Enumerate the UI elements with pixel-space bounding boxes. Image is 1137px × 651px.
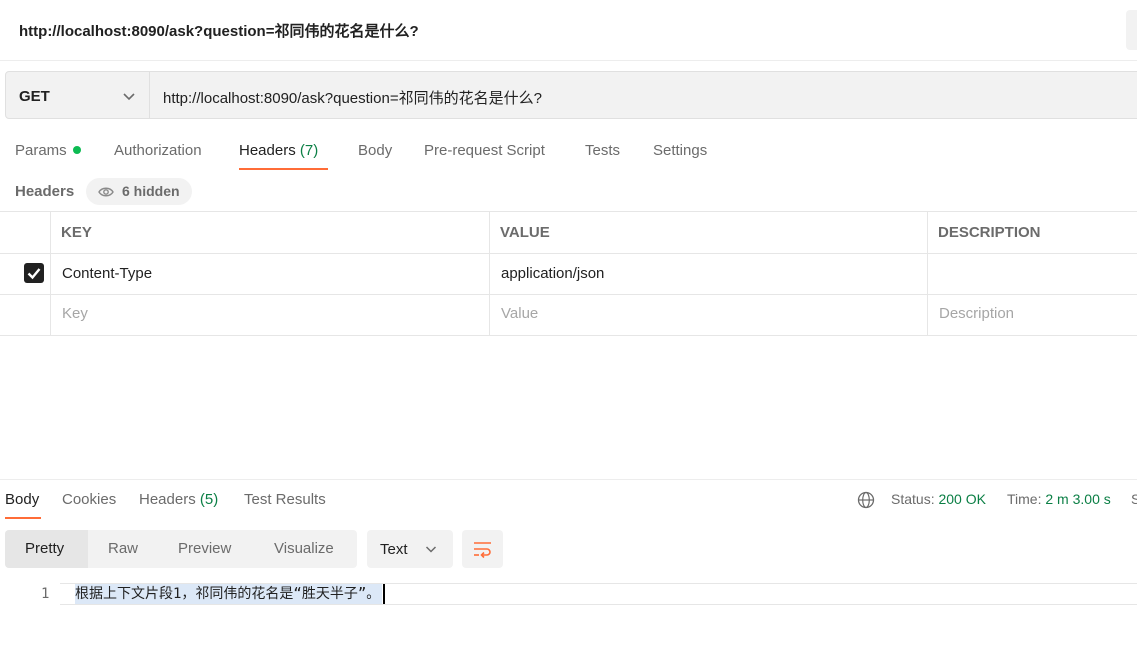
new-value-input[interactable]: Value	[501, 305, 538, 322]
tab-tests[interactable]: Tests	[585, 142, 620, 159]
checkmark-icon	[27, 268, 41, 280]
tab-headers[interactable]: Headers (7)	[239, 142, 318, 159]
table-border	[0, 335, 1137, 336]
response-tab-headers[interactable]: Headers (5)	[139, 491, 218, 508]
new-key-input[interactable]: Key	[62, 305, 88, 322]
tab-params[interactable]: Params	[15, 142, 81, 159]
response-tab-body[interactable]: Body	[5, 491, 39, 508]
response-status: Status: 200 OK	[891, 491, 986, 507]
tab-headers-count: (7)	[299, 142, 319, 159]
header-enabled-checkbox[interactable]	[24, 263, 44, 283]
status-label: Status:	[891, 491, 935, 507]
view-pretty-button[interactable]: Pretty	[25, 540, 64, 557]
header-key-cell[interactable]: Content-Type	[62, 265, 152, 282]
response-body-text[interactable]: 根据上下文片段1，祁同伟的花名是“胜天半子”。	[75, 584, 383, 604]
response-tab-cookies[interactable]: Cookies	[62, 491, 116, 508]
text-cursor	[383, 584, 385, 604]
response-tab-test-results[interactable]: Test Results	[244, 491, 326, 508]
divider	[0, 60, 1137, 61]
time-label: Time:	[1007, 491, 1042, 507]
table-border	[0, 294, 1137, 295]
url-input[interactable]: http://localhost:8090/ask?question=祁同伟的花…	[163, 87, 542, 108]
column-header-key: KEY	[61, 224, 92, 241]
active-response-tab-underline	[5, 517, 41, 519]
active-tab-underline	[239, 168, 328, 170]
request-title[interactable]: http://localhost:8090/ask?question=祁同伟的花…	[19, 20, 419, 41]
globe-icon[interactable]	[857, 491, 875, 509]
hidden-headers-count: 6 hidden	[122, 183, 180, 199]
view-visualize-button[interactable]: Visualize	[274, 540, 334, 557]
response-tab-headers-count: (5)	[199, 491, 219, 508]
tab-headers-label: Headers	[239, 142, 296, 159]
line-number: 1	[41, 586, 50, 602]
response-tab-headers-label: Headers	[139, 491, 196, 508]
tab-body[interactable]: Body	[358, 142, 392, 159]
code-line-border	[60, 604, 1137, 605]
response-time[interactable]: Time: 2 m 3.00 s	[1007, 491, 1111, 507]
headers-section-label: Headers	[15, 183, 75, 200]
column-header-description: DESCRIPTION	[938, 224, 1041, 241]
tab-authorization[interactable]: Authorization	[114, 142, 202, 159]
column-header-value: VALUE	[500, 224, 550, 241]
method-label: GET	[19, 88, 50, 105]
view-preview-button[interactable]: Preview	[178, 540, 231, 557]
chevron-down-icon[interactable]	[122, 89, 136, 103]
column-divider	[927, 212, 928, 335]
time-value: 2 m 3.00 s	[1045, 491, 1111, 507]
chevron-down-icon	[425, 546, 437, 553]
wrap-lines-icon	[474, 542, 491, 559]
eye-icon	[98, 187, 114, 197]
column-divider	[489, 212, 490, 335]
table-border	[0, 211, 1137, 212]
view-raw-button[interactable]: Raw	[108, 540, 138, 557]
top-action-button[interactable]	[1126, 10, 1137, 50]
tab-pre-request-script[interactable]: Pre-request Script	[424, 142, 545, 159]
table-border	[0, 253, 1137, 254]
column-divider	[50, 212, 51, 335]
tab-params-label: Params	[15, 142, 67, 159]
response-size[interactable]: S	[1131, 491, 1137, 507]
tab-settings[interactable]: Settings	[653, 142, 707, 159]
status-value: 200 OK	[938, 491, 986, 507]
response-divider[interactable]	[0, 479, 1137, 480]
new-description-input[interactable]: Description	[939, 305, 1014, 322]
header-value-cell[interactable]: application/json	[501, 265, 604, 282]
format-select-label: Text	[380, 541, 408, 558]
params-indicator-dot	[72, 146, 81, 155]
